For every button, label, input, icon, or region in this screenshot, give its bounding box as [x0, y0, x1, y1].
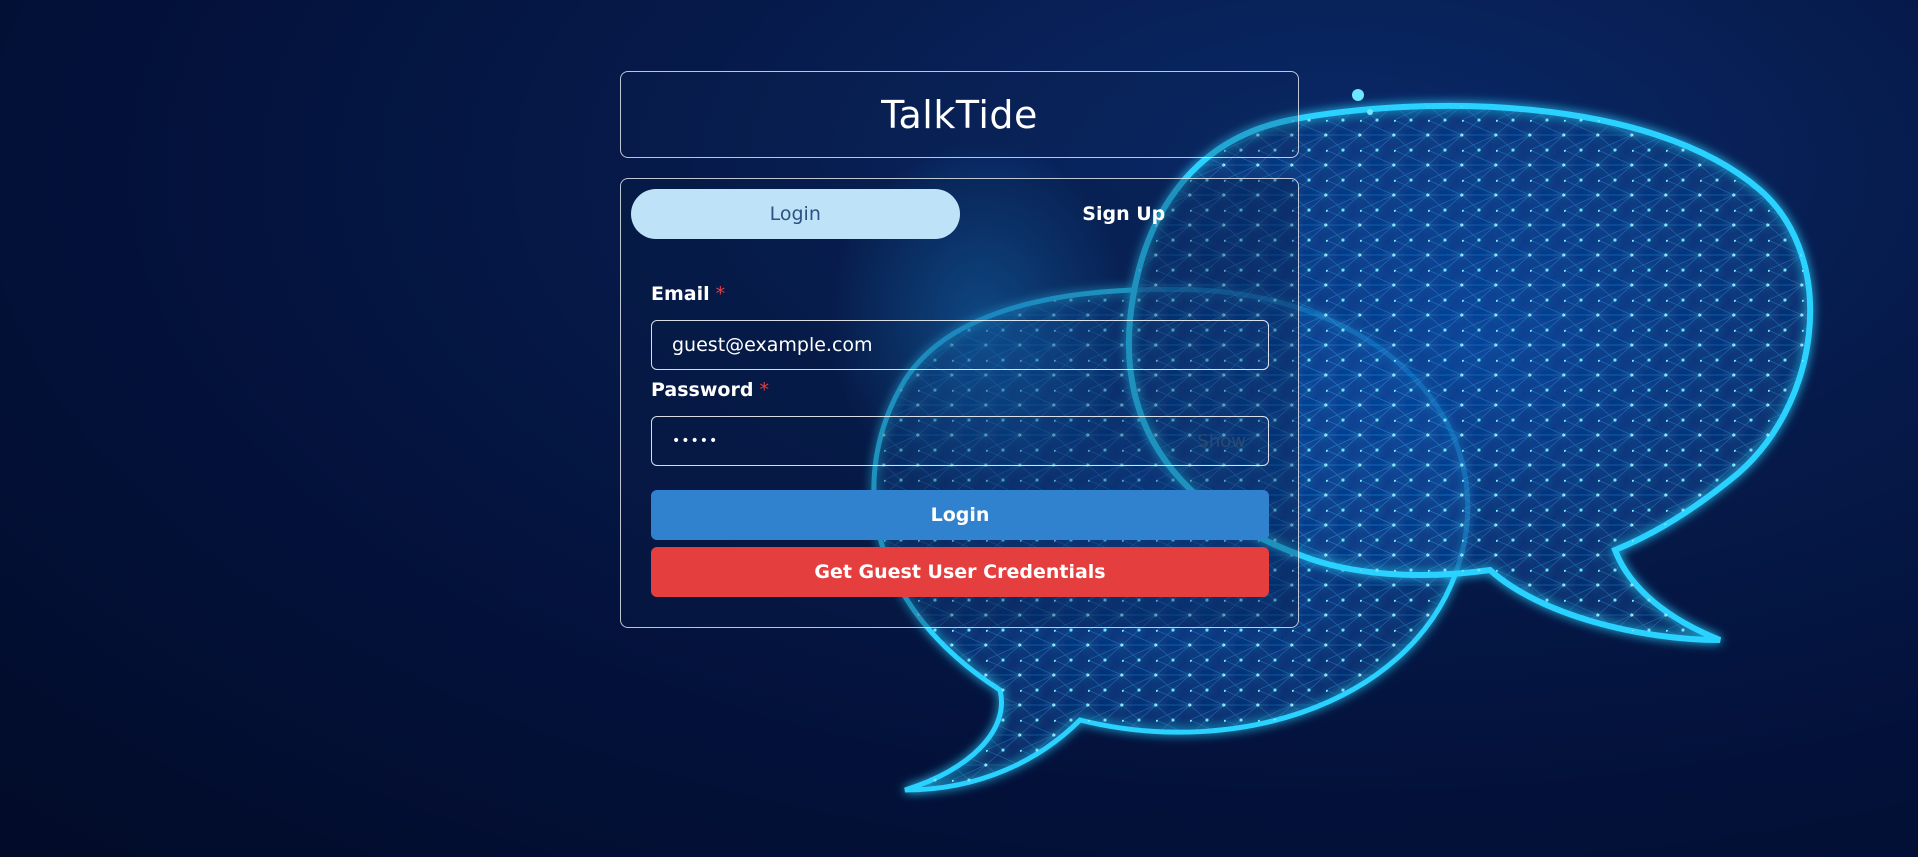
- login-button[interactable]: Login: [651, 490, 1269, 540]
- auth-tabs: Login Sign Up: [631, 189, 1288, 239]
- email-field-value: guest@example.com: [672, 334, 873, 356]
- password-field-value: •••••: [672, 433, 719, 449]
- email-required-mark: *: [715, 283, 726, 305]
- tab-login[interactable]: Login: [631, 189, 960, 239]
- email-label-text: Email: [651, 283, 710, 305]
- show-password-button[interactable]: Show: [1197, 417, 1246, 465]
- guest-credentials-button[interactable]: Get Guest User Credentials: [651, 547, 1269, 597]
- password-required-mark: *: [759, 379, 769, 401]
- email-label: Email *: [651, 283, 725, 305]
- password-field[interactable]: ••••• Show: [651, 416, 1269, 466]
- app-title: TalkTide: [881, 92, 1038, 137]
- tab-sign-up[interactable]: Sign Up: [960, 189, 1289, 239]
- auth-card: Login Sign Up Email * guest@example.com P…: [620, 178, 1299, 628]
- password-label-text: Password: [651, 379, 754, 401]
- password-label: Password *: [651, 379, 769, 401]
- app-header: TalkTide: [620, 71, 1299, 158]
- email-field[interactable]: guest@example.com: [651, 320, 1269, 370]
